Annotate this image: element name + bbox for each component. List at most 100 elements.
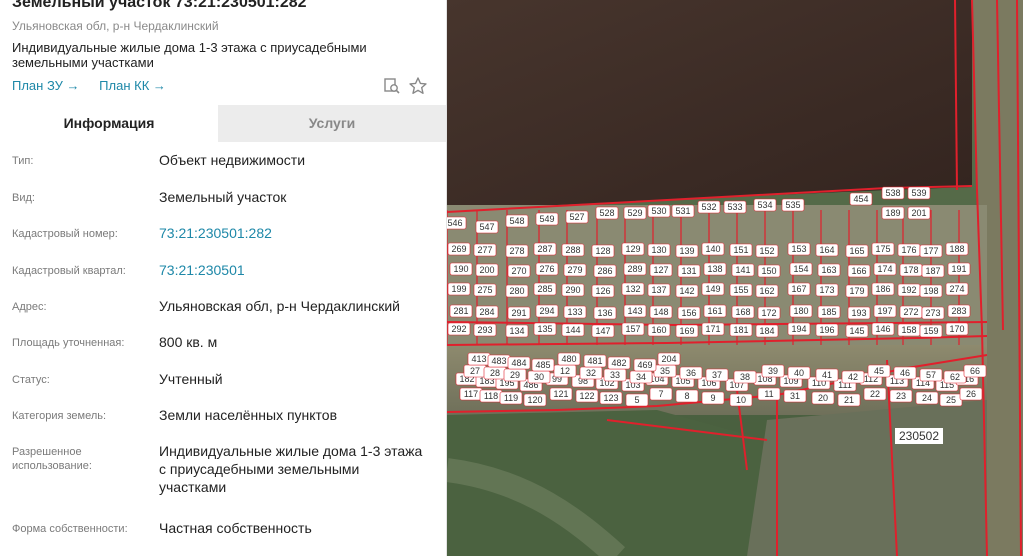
parcel-label[interactable]: 181 bbox=[729, 323, 753, 337]
parcel-label[interactable]: 147 bbox=[591, 324, 615, 338]
parcel-label[interactable]: 34 bbox=[629, 370, 653, 384]
parcel-label[interactable]: 529 bbox=[623, 206, 647, 220]
parcel-label[interactable]: 197 bbox=[873, 304, 897, 318]
parcel-label[interactable]: 126 bbox=[591, 284, 615, 298]
parcel-label[interactable]: 31 bbox=[783, 389, 807, 403]
parcel-label[interactable]: 25 bbox=[939, 393, 963, 407]
parcel-label[interactable]: 118 bbox=[479, 389, 503, 403]
parcel-label[interactable]: 549 bbox=[535, 212, 559, 226]
parcel-label[interactable]: 140 bbox=[701, 242, 725, 256]
parcel-label[interactable]: 120 bbox=[523, 393, 547, 407]
parcel-label[interactable]: 547 bbox=[475, 220, 499, 234]
parcel-label[interactable]: 122 bbox=[575, 389, 599, 403]
parcel-label[interactable]: 278 bbox=[505, 244, 529, 258]
parcel-label[interactable]: 185 bbox=[817, 305, 841, 319]
parcel-label[interactable]: 33 bbox=[603, 368, 627, 382]
parcel-label[interactable]: 288 bbox=[561, 243, 585, 257]
parcel-label[interactable]: 160 bbox=[647, 323, 671, 337]
parcel-label[interactable]: 535 bbox=[781, 198, 805, 212]
parcel-label[interactable]: 482 bbox=[607, 356, 631, 370]
parcel-label[interactable]: 276 bbox=[535, 262, 559, 276]
parcel-label[interactable]: 273 bbox=[921, 306, 945, 320]
parcel-label[interactable]: 136 bbox=[593, 306, 617, 320]
parcel-label[interactable]: 9 bbox=[701, 391, 725, 405]
parcel-label[interactable]: 142 bbox=[675, 284, 699, 298]
parcel-label[interactable]: 26 bbox=[959, 387, 983, 401]
parcel-label[interactable]: 145 bbox=[845, 324, 869, 338]
parcel-label[interactable]: 204 bbox=[657, 352, 681, 366]
parcel-label[interactable]: 172 bbox=[757, 306, 781, 320]
parcel-label[interactable]: 37 bbox=[705, 368, 729, 382]
parcel-label[interactable]: 171 bbox=[701, 322, 725, 336]
parcel-label[interactable]: 173 bbox=[815, 283, 839, 297]
parcel-label[interactable]: 274 bbox=[945, 282, 969, 296]
parcel-label[interactable]: 135 bbox=[533, 322, 557, 336]
plan-zu-link[interactable]: План ЗУ → bbox=[12, 78, 80, 93]
parcel-label[interactable]: 289 bbox=[623, 262, 647, 276]
parcel-label[interactable]: 283 bbox=[947, 304, 971, 318]
parcel-label[interactable]: 138 bbox=[703, 262, 727, 276]
parcel-label[interactable]: 36 bbox=[679, 366, 703, 380]
quarter-link[interactable]: 73:21:230501 bbox=[159, 261, 429, 279]
parcel-label[interactable]: 166 bbox=[847, 264, 871, 278]
parcel-label[interactable]: 480 bbox=[557, 352, 581, 366]
parcel-label[interactable]: 483 bbox=[487, 354, 511, 368]
parcel-label[interactable]: 539 bbox=[907, 186, 931, 200]
parcel-label[interactable]: 150 bbox=[757, 264, 781, 278]
parcel-label[interactable]: 62 bbox=[943, 370, 967, 384]
parcel-label[interactable]: 129 bbox=[621, 242, 645, 256]
parcel-label[interactable]: 143 bbox=[623, 304, 647, 318]
parcel-label[interactable]: 291 bbox=[507, 306, 531, 320]
parcel-label[interactable]: 272 bbox=[899, 305, 923, 319]
parcel-label[interactable]: 187 bbox=[921, 264, 945, 278]
search-document-icon[interactable] bbox=[382, 76, 402, 96]
parcel-label[interactable]: 284 bbox=[475, 305, 499, 319]
parcel-label[interactable]: 139 bbox=[675, 244, 699, 258]
parcel-label[interactable]: 7 bbox=[649, 387, 673, 401]
parcel-label[interactable]: 127 bbox=[649, 263, 673, 277]
parcel-label[interactable]: 152 bbox=[755, 244, 779, 258]
star-icon[interactable] bbox=[408, 76, 428, 96]
parcel-label[interactable]: 12 bbox=[553, 364, 577, 378]
parcel-label[interactable]: 186 bbox=[871, 282, 895, 296]
parcel-label[interactable]: 527 bbox=[565, 210, 589, 224]
parcel-label[interactable]: 141 bbox=[731, 263, 755, 277]
parcel-label[interactable]: 39 bbox=[761, 364, 785, 378]
parcel-label[interactable]: 22 bbox=[863, 387, 887, 401]
parcel-label[interactable]: 144 bbox=[561, 323, 585, 337]
parcel-label[interactable]: 531 bbox=[671, 204, 695, 218]
parcel-label[interactable]: 528 bbox=[595, 206, 619, 220]
parcel-label[interactable]: 277 bbox=[473, 243, 497, 257]
parcel-label[interactable]: 40 bbox=[787, 366, 811, 380]
parcel-label[interactable]: 286 bbox=[593, 264, 617, 278]
parcel-label[interactable]: 534 bbox=[753, 198, 777, 212]
parcel-label[interactable]: 149 bbox=[701, 282, 725, 296]
parcel-label[interactable]: 30 bbox=[527, 370, 551, 384]
parcel-label[interactable]: 196 bbox=[815, 323, 839, 337]
parcel-label[interactable]: 155 bbox=[729, 283, 753, 297]
tab-information[interactable]: Информация bbox=[0, 105, 218, 142]
parcel-label[interactable]: 132 bbox=[621, 282, 645, 296]
parcel-label[interactable]: 57 bbox=[919, 368, 943, 382]
map-canvas[interactable]: 546 547548 549 527 528 529 530 531 532 533 534 5355… bbox=[447, 0, 1023, 556]
parcel-label[interactable]: 38 bbox=[733, 370, 757, 384]
parcel-label[interactable]: 130 bbox=[647, 243, 671, 257]
cadnum-link[interactable]: 73:21:230501:282 bbox=[159, 224, 429, 242]
parcel-label[interactable]: 151 bbox=[729, 243, 753, 257]
parcel-label[interactable]: 121 bbox=[549, 387, 573, 401]
parcel-label[interactable]: 178 bbox=[899, 263, 923, 277]
parcel-label[interactable]: 190 bbox=[449, 262, 473, 276]
parcel-label[interactable]: 176 bbox=[897, 243, 921, 257]
parcel-label[interactable]: 35 bbox=[653, 364, 677, 378]
parcel-label[interactable]: 161 bbox=[703, 304, 727, 318]
parcel-label[interactable]: 174 bbox=[873, 262, 897, 276]
parcel-label[interactable]: 158 bbox=[897, 323, 921, 337]
parcel-label[interactable]: 279 bbox=[563, 263, 587, 277]
parcel-label[interactable]: 200 bbox=[475, 263, 499, 277]
parcel-label[interactable]: 41 bbox=[815, 368, 839, 382]
parcel-label[interactable]: 42 bbox=[841, 370, 865, 384]
plan-kk-link[interactable]: План КК → bbox=[99, 78, 166, 93]
parcel-label[interactable]: 192 bbox=[897, 283, 921, 297]
parcel-label[interactable]: 45 bbox=[867, 364, 891, 378]
parcel-label[interactable]: 188 bbox=[945, 242, 969, 256]
